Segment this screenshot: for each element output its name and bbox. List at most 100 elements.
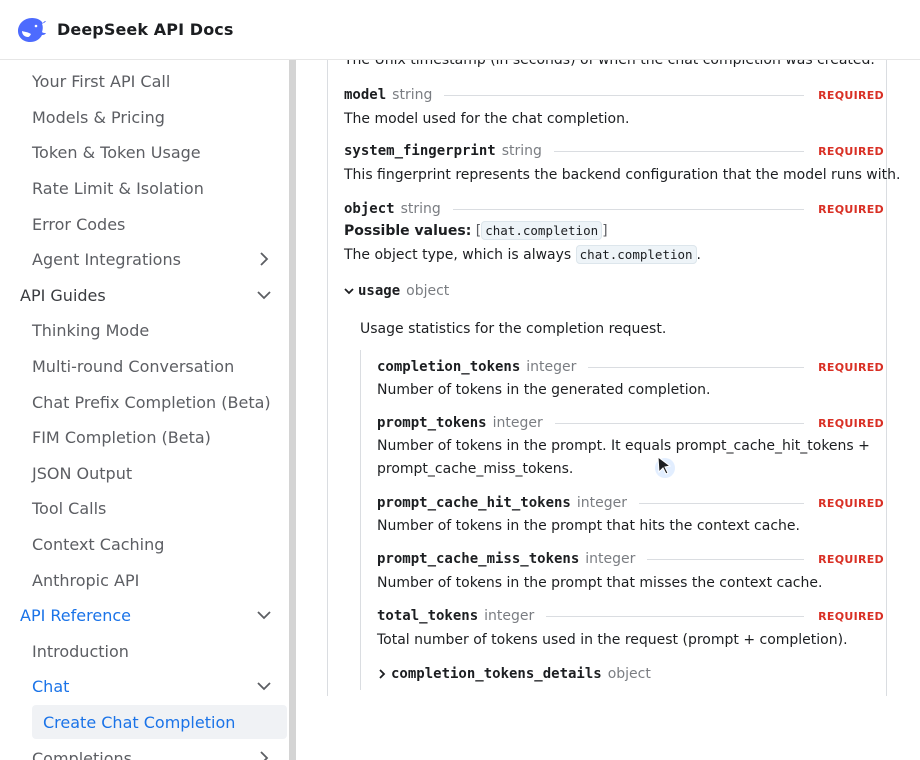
required-badge: REQUIRED: [818, 552, 884, 566]
sidebar-item-models-pricing[interactable]: Models & Pricing: [0, 100, 287, 134]
sidebar-item-api-reference[interactable]: API Reference: [0, 598, 287, 632]
param-description: Total number of tokens used in the reque…: [377, 632, 848, 648]
divider: [588, 366, 805, 368]
chevron-right-icon[interactable]: [255, 250, 273, 268]
param-description: The object type, which is always chat.co…: [344, 245, 701, 264]
sidebar-item-context-caching[interactable]: Context Caching: [0, 527, 287, 561]
chevron-down-icon[interactable]: [255, 286, 273, 304]
required-badge: REQUIRED: [818, 609, 884, 623]
chevron-right-icon[interactable]: [375, 667, 389, 681]
field-total-tokens-row: total_tokens integer REQUIRED: [377, 606, 884, 626]
sidebar-item-label: Chat Prefix Completion (Beta): [32, 392, 271, 412]
sidebar-item-fim-completion[interactable]: FIM Completion (Beta): [0, 420, 287, 454]
possible-values: Possible values: [chat.completion]: [344, 221, 608, 240]
param-type: string: [392, 87, 433, 103]
sidebar-item-label: Context Caching: [32, 534, 165, 554]
sidebar-item-json-output[interactable]: JSON Output: [0, 456, 287, 490]
param-description: Number of tokens in the prompt. It equal…: [377, 438, 870, 454]
param-name: prompt_cache_hit_tokens: [377, 495, 571, 511]
sidebar-item-label: Introduction: [32, 641, 129, 661]
param-description: Number of tokens in the prompt that hits…: [377, 518, 800, 534]
sidebar-item-anthropic-api[interactable]: Anthropic API: [0, 563, 287, 597]
sidebar-scrollbar[interactable]: [289, 60, 296, 760]
required-badge: REQUIRED: [818, 88, 884, 102]
site-title[interactable]: DeepSeek API Docs: [57, 20, 234, 39]
sidebar-item-label: Thinking Mode: [32, 320, 150, 340]
possible-value-code: chat.completion: [481, 221, 603, 240]
sidebar-item-introduction[interactable]: Introduction: [0, 634, 287, 668]
param-description: Number of tokens in the generated comple…: [377, 382, 711, 398]
chevron-right-icon[interactable]: [255, 749, 273, 760]
param-type: integer: [585, 551, 636, 567]
sidebar-item-label: Rate Limit & Isolation: [32, 178, 204, 198]
param-description: The model used for the chat completion.: [344, 111, 630, 127]
required-badge: REQUIRED: [818, 416, 884, 430]
sidebar-item-multi-round[interactable]: Multi-round Conversation: [0, 349, 287, 383]
sidebar-item-rate-limit[interactable]: Rate Limit & Isolation: [0, 171, 287, 205]
sidebar-item-label: Token & Token Usage: [32, 142, 201, 162]
sidebar-item-label: Create Chat Completion: [43, 712, 236, 732]
divider: [647, 558, 805, 560]
sidebar-item-label: API Guides: [20, 285, 106, 305]
sidebar-item-create-chat-completion[interactable]: Create Chat Completion: [32, 705, 287, 739]
created-description: The Unix timestamp (in seconds) of when …: [344, 60, 875, 68]
usage-tree-line: [360, 350, 361, 690]
param-type: string: [400, 201, 441, 217]
chevron-down-icon[interactable]: [342, 284, 356, 298]
sidebar-item-label: JSON Output: [32, 463, 133, 483]
sidebar-item-label: Completions: [32, 748, 132, 760]
sidebar-item-completions[interactable]: Completions: [0, 741, 287, 760]
param-object-row: object string REQUIRED: [344, 199, 884, 219]
sidebar-item-chat[interactable]: Chat: [0, 669, 287, 703]
param-name: completion_tokens_details: [391, 666, 602, 682]
param-system-fingerprint-row: system_fingerprint string REQUIRED: [344, 141, 884, 161]
whale-logo-icon[interactable]: [15, 15, 49, 45]
sidebar-item-label: Agent Integrations: [32, 249, 181, 269]
param-type: object: [406, 283, 450, 299]
sidebar-item-label: Multi-round Conversation: [32, 356, 235, 376]
field-cache-hit-row: prompt_cache_hit_tokens integer REQUIRED: [377, 493, 884, 513]
field-cache-miss-row: prompt_cache_miss_tokens integer REQUIRE…: [377, 549, 884, 569]
param-usage-toggle[interactable]: usage object: [342, 281, 449, 301]
sidebar-item-tool-calls[interactable]: Tool Calls: [0, 491, 287, 525]
sidebar-item-label: Your First API Call: [32, 71, 171, 91]
desc-suffix: .: [696, 247, 701, 263]
chevron-down-icon[interactable]: [255, 606, 273, 624]
required-badge: REQUIRED: [818, 360, 884, 374]
field-prompt-tokens-row: prompt_tokens integer REQUIRED: [377, 413, 884, 433]
top-navbar: DeepSeek API Docs: [0, 0, 920, 60]
sidebar-item-first-api-call[interactable]: Your First API Call: [0, 64, 287, 98]
sidebar-item-api-guides[interactable]: API Guides: [0, 278, 287, 312]
param-type: object: [607, 666, 651, 682]
mouse-cursor-icon: [655, 455, 675, 478]
sidebar-item-label: API Reference: [20, 605, 131, 625]
param-name: usage: [358, 283, 401, 299]
param-name: system_fingerprint: [344, 143, 496, 159]
sidebar-item-label: Anthropic API: [32, 570, 140, 590]
sidebar-item-label: Chat: [32, 676, 70, 696]
schema-border-line: [886, 60, 887, 696]
sidebar-item-agent-integrations[interactable]: Agent Integrations: [0, 242, 287, 276]
chevron-down-icon[interactable]: [255, 677, 273, 695]
required-badge: REQUIRED: [818, 202, 884, 216]
sidebar-item-token-usage[interactable]: Token & Token Usage: [0, 135, 287, 169]
divider: [639, 502, 805, 504]
param-name: prompt_tokens: [377, 415, 487, 431]
param-description: This fingerprint represents the backend …: [344, 167, 901, 183]
divider: [546, 615, 805, 617]
sidebar-item-error-codes[interactable]: Error Codes: [0, 207, 287, 241]
usage-description: Usage statistics for the completion requ…: [360, 321, 667, 337]
divider: [444, 94, 805, 96]
sidebar-item-thinking-mode[interactable]: Thinking Mode: [0, 313, 287, 347]
possible-values-label: Possible values:: [344, 223, 472, 239]
field-completion-tokens-details-toggle[interactable]: completion_tokens_details object: [375, 664, 651, 684]
field-completion-tokens-row: completion_tokens integer REQUIRED: [377, 357, 884, 377]
api-schema-content: The Unix timestamp (in seconds) of when …: [296, 60, 920, 760]
sidebar-item-chat-prefix[interactable]: Chat Prefix Completion (Beta): [0, 385, 287, 419]
param-description-cont: prompt_cache_miss_tokens.: [377, 461, 574, 477]
param-name: completion_tokens: [377, 359, 521, 375]
sidebar-item-label: Error Codes: [32, 214, 126, 234]
sidebar-item-label: FIM Completion (Beta): [32, 427, 211, 447]
param-name: total_tokens: [377, 608, 479, 624]
param-model-row: model string REQUIRED: [344, 85, 884, 105]
